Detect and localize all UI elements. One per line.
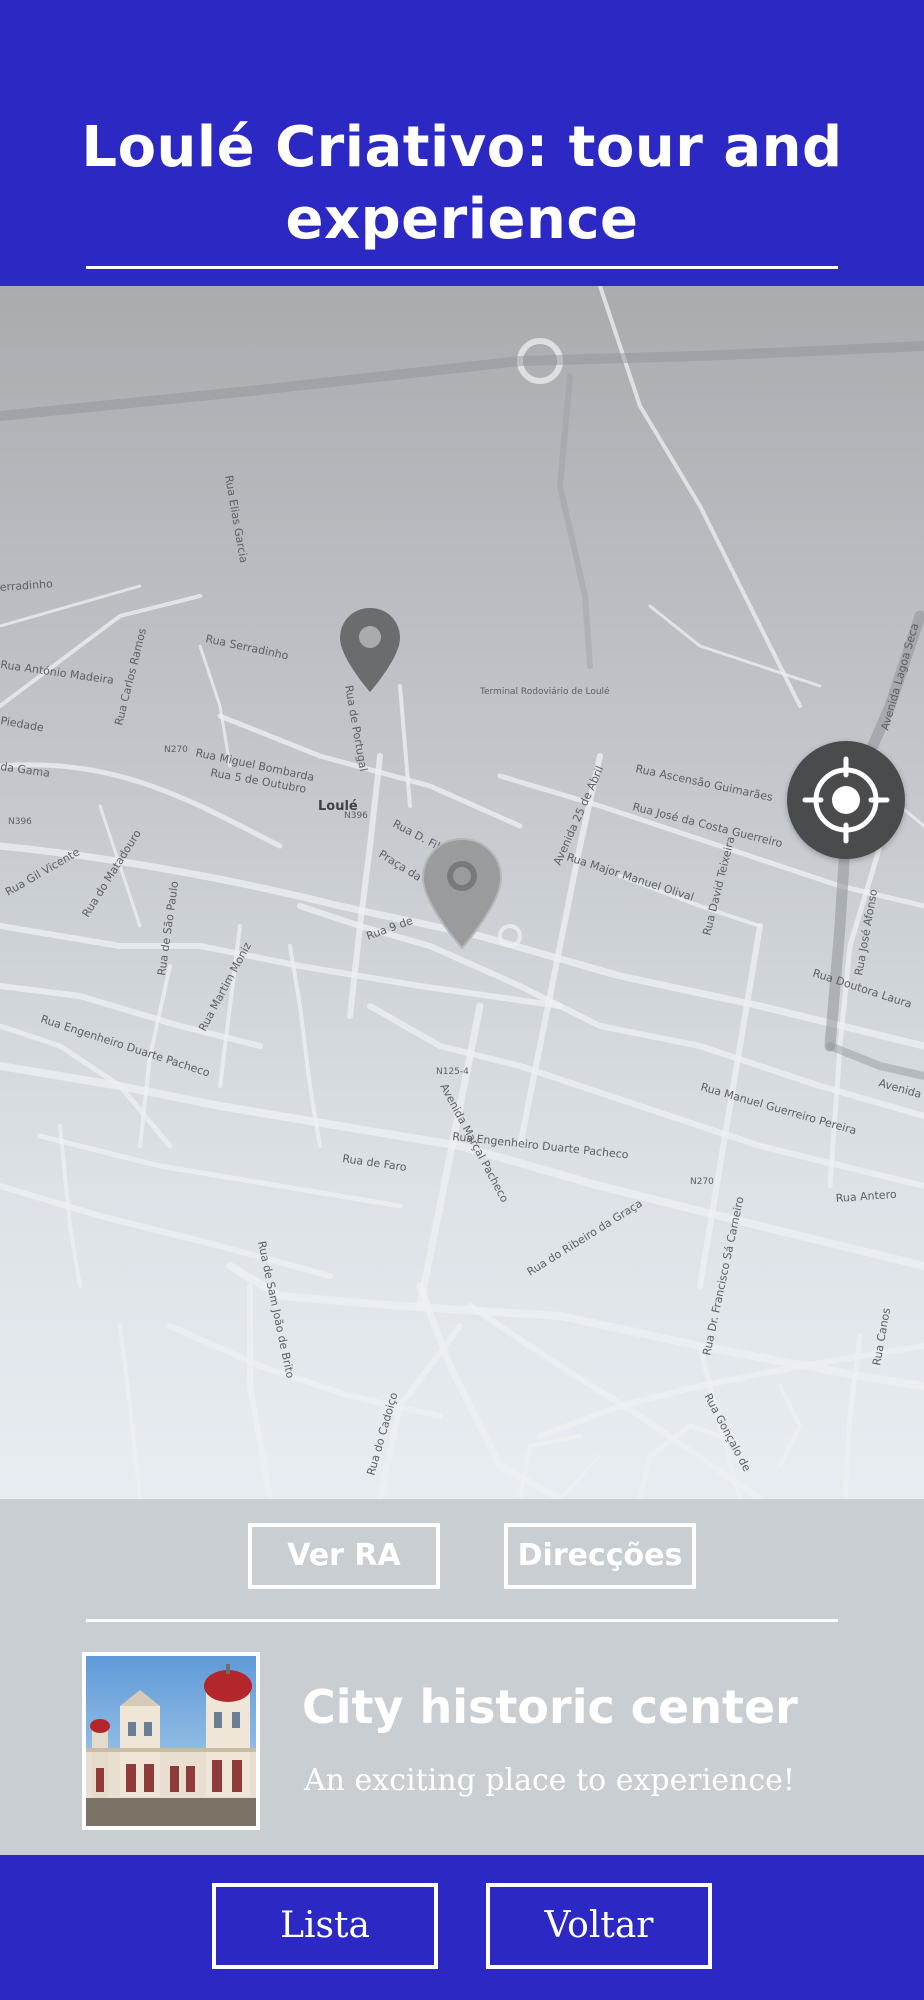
map-label-n125: N125-4 [436, 1067, 469, 1077]
map-pin[interactable] [338, 606, 402, 696]
map-label-piedade: Piedade [0, 714, 45, 734]
directions-button[interactable]: Direcções [504, 1523, 696, 1589]
back-button[interactable]: Voltar [486, 1883, 712, 1969]
map-label-antero: Rua Antero [835, 1188, 897, 1205]
crosshair-target-icon [802, 756, 890, 844]
map-label-ribeiro: Rua do Ribeiro da Graça [525, 1197, 645, 1279]
map-label-n396-b: N396 [8, 817, 32, 827]
page-title: Loulé Criativo: tour and experience [81, 115, 843, 252]
map-label-avenida-right: Avenida [877, 1076, 923, 1101]
footer-bar: Lista Voltar [0, 1855, 924, 2000]
place-thumbnail[interactable] [82, 1652, 260, 1830]
card-divider [86, 1619, 838, 1622]
view-ar-button[interactable]: Ver RA [248, 1523, 440, 1589]
map-label-serradinho: Rua Serradinho [204, 632, 290, 662]
map-label-n270-b: N270 [690, 1177, 714, 1187]
place-description: An exciting place to experience! [304, 1763, 795, 1798]
map-label-portugal: Rua de Portugal [342, 684, 370, 772]
map-label-n270: N270 [164, 745, 188, 755]
locate-me-button[interactable] [787, 741, 905, 859]
map-label-lagoa: Avenida Lagoa Seca [878, 622, 921, 732]
map-label-ascensao: Rua Ascensão Guimarães [634, 762, 774, 804]
map-label-elias: Rua Elias Garcia [222, 474, 250, 564]
map-label-n396: N396 [344, 811, 368, 821]
map-label-major-manuel: Rua Major Manuel Olival [565, 850, 695, 903]
map-label-terminal: Terminal Rodoviário de Loulé [479, 686, 610, 697]
active-map-pin[interactable] [420, 836, 504, 952]
place-info-card: Ver RA Direcções City historic center An… [0, 1499, 924, 1855]
map-label-david-teixeira: Rua David Teixeira [700, 835, 737, 937]
map-label-carlos: Rua Carlos Ramos [112, 627, 149, 727]
map-label-engenheiro-1: Rua Engenheiro Duarte Pacheco [39, 1012, 212, 1079]
map-label-canos: Rua Canos [870, 1307, 893, 1367]
map-label-serradinho-left: erradinho [0, 577, 53, 594]
header-bar: Loulé Criativo: tour and experience [0, 0, 924, 286]
map-label-faro: Rua de Faro [342, 1152, 408, 1174]
map-label-praca: Praça da [376, 848, 423, 884]
map-label-sao-paulo: Rua de São Paulo [155, 880, 181, 976]
place-title: City historic center [302, 1680, 798, 1734]
market-building-image [86, 1656, 256, 1826]
map-view[interactable]: Loulé Rua Serradinho Rua Miguel Bombarda… [0, 286, 924, 1499]
list-button[interactable]: Lista [212, 1883, 438, 1969]
header-divider [86, 266, 838, 269]
